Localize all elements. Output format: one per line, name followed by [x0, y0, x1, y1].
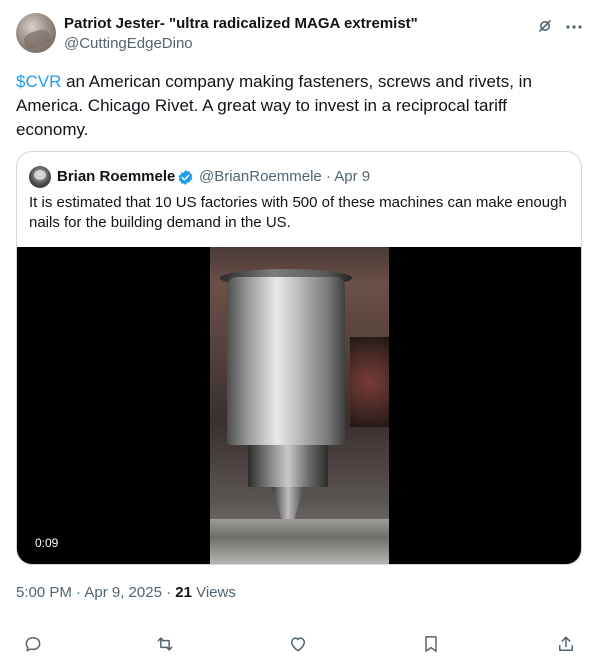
quoted-author-avatar: [29, 166, 51, 188]
tweet-timestamp[interactable]: 5:00 PM · Apr 9, 2025 ·: [16, 584, 175, 601]
machine-tip: [272, 487, 304, 519]
reply-icon: [25, 637, 41, 652]
tweet-text-line3: economy.: [16, 120, 89, 139]
machine-nut: [248, 445, 328, 487]
share-button[interactable]: [554, 632, 578, 656]
tweet-meta: 5:00 PM · Apr 9, 2025 · 21 Views: [16, 584, 236, 601]
video-background-detail: [350, 337, 389, 427]
grok-icon[interactable]: [537, 18, 553, 34]
quoted-author-meta: @BrianRoemmele · Apr 9: [199, 168, 371, 185]
quoted-tweet[interactable]: Brian Roemmele @BrianRoemmele · Apr 9 It…: [16, 151, 582, 565]
author-name[interactable]: Patriot Jester- "ultra radicalized MAGA …: [64, 15, 418, 32]
retweet-icon: [157, 637, 173, 651]
reply-button[interactable]: [21, 632, 45, 656]
tweet-text-line1: an American company making fasteners, sc…: [61, 72, 532, 91]
video-duration: 0:09: [35, 536, 59, 550]
video-player[interactable]: 0:09: [17, 247, 581, 564]
views-count: 21: [175, 584, 192, 601]
retweet-button[interactable]: [153, 632, 177, 656]
quoted-author-name: Brian Roemmele: [57, 168, 176, 185]
author-avatar[interactable]: [16, 13, 56, 53]
verified-badge-icon: [178, 170, 193, 185]
tweet-text: $CVR an American company making fastener…: [16, 70, 564, 142]
like-icon: [291, 637, 305, 652]
author-handle[interactable]: @CuttingEdgeDino: [64, 35, 193, 52]
quoted-tweet-text: It is estimated that 10 US factories wit…: [29, 193, 574, 233]
quoted-text-line1: It is estimated that 10 US factories wit…: [29, 194, 567, 211]
action-bar: [0, 632, 602, 656]
share-icon: [559, 636, 573, 651]
tweet-text-line2: America. Chicago Rivet. A great way to i…: [16, 96, 508, 115]
cashtag-link[interactable]: $CVR: [16, 72, 61, 91]
tweet-header: Patriot Jester- "ultra radicalized MAGA …: [16, 12, 586, 56]
more-icon[interactable]: [565, 18, 583, 36]
views-label: Views: [191, 584, 236, 601]
machine-base: [210, 519, 389, 564]
bookmark-button[interactable]: [419, 632, 443, 656]
machine-cylinder: [227, 277, 345, 445]
like-button[interactable]: [286, 632, 310, 656]
quoted-text-line2: nails for the building demand in the US.: [29, 214, 291, 231]
bookmark-icon: [425, 636, 437, 652]
video-frame: [210, 247, 389, 564]
